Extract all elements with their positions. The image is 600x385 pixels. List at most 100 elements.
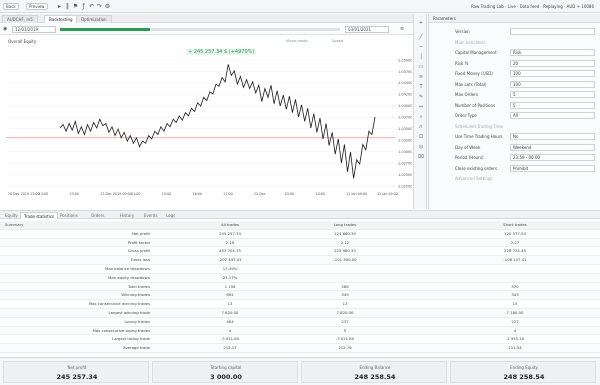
table-header-row: Summary All trades Long trades Short tra… (0, 221, 600, 230)
eye-icon[interactable]: ◎ (417, 144, 425, 151)
tab-history[interactable]: History (117, 212, 137, 219)
tab-orders[interactable]: Orders (88, 212, 107, 219)
zoom-icon[interactable]: ⌕ (417, 114, 425, 121)
connection-status: Raw Trading Lab · Live · Data feed · Rep… (470, 4, 594, 9)
table-row: Net profit 245 257.34 124 680.30 120 577.04 (0, 230, 600, 239)
param-label: Order Type (455, 113, 477, 118)
play-icon[interactable]: ▸ (56, 3, 63, 10)
equity-chart: Overall Equity Visual mode Speed + 245 2… (0, 36, 412, 201)
tab-logs[interactable]: Logs (163, 212, 178, 219)
stat-label: Max equity drawdown (108, 274, 150, 280)
measure-icon[interactable]: ⇔ (417, 104, 425, 111)
settings-icon[interactable]: ⚙ (104, 3, 111, 10)
stat-label: Largest losing trade (112, 336, 150, 342)
brush-icon[interactable]: ✎ (417, 94, 425, 101)
progress-fill (60, 28, 150, 31)
y-tick-label: 1.04000 (398, 104, 412, 108)
parameters-header: Parameters (429, 14, 600, 23)
param-value-field[interactable]: 20 (510, 59, 595, 67)
stat-short: 7 160.00 (506, 310, 524, 315)
param-value-field[interactable]: 100 (510, 80, 595, 88)
stat-short: 570 (511, 283, 519, 289)
trend-line-icon[interactable]: ╱ (417, 34, 425, 41)
summary-label: Starting capital (210, 365, 242, 370)
x-tick-label: 11:00 (131, 192, 141, 196)
table-row: Total trades 1 156 586 570 (0, 283, 600, 292)
param-value-field[interactable] (510, 28, 595, 35)
stat-label: Winning trades (121, 292, 150, 298)
param-value-field[interactable]: 100 (510, 70, 595, 77)
x-tick-label: 23:00 (70, 192, 80, 196)
trash-icon[interactable]: ⌧ (417, 154, 425, 161)
param-label: Day of Week (455, 144, 481, 150)
param-value-field[interactable]: Prohibit (510, 164, 595, 172)
lock-icon[interactable]: ⊡ (417, 134, 425, 141)
stat-long: 237 (341, 318, 349, 324)
header-long-trades: Long trades (333, 222, 357, 227)
param-value-field[interactable]: All (510, 112, 595, 119)
param-row: Number of Positions 5 (455, 101, 595, 109)
param-value-field[interactable]: 5 (510, 101, 595, 109)
table-row: Winning trades 692 349 343 (0, 291, 600, 301)
flag-icon[interactable]: ⚑ (72, 3, 79, 10)
param-row: Scheduled Trading Time (455, 123, 595, 130)
stat-all: -207 447.41 (218, 257, 242, 263)
stat-all: 212.17 (223, 345, 237, 351)
camera-icon[interactable]: ◉ (3, 26, 10, 33)
y-tick-label: 1.04200 (398, 93, 412, 97)
menu-icon[interactable]: ≡ (400, 26, 407, 33)
stat-short: 227 (511, 318, 519, 324)
stat-long: 349 (341, 292, 349, 298)
tab-events[interactable]: Events (141, 212, 161, 219)
stat-label: Profit factor (127, 239, 150, 245)
horizontal-line-icon[interactable]: ─ (417, 44, 425, 51)
crosshair-icon[interactable]: + (417, 20, 425, 27)
param-row: Close existing orders Prohibit (455, 164, 595, 172)
back-button[interactable]: Back (3, 3, 19, 10)
tab-symbol[interactable]: AUDCHF, m5 (2, 15, 38, 23)
table-row: Max consecutive losing trades 4 5 4 (0, 326, 600, 336)
tab-equity[interactable]: Equity (2, 212, 21, 219)
param-label: Max Orders (455, 92, 478, 97)
param-label: Risk % (455, 60, 469, 66)
tab-optimization[interactable]: Optimization (76, 15, 112, 23)
x-tick-label: 16:00 (193, 192, 203, 196)
param-row: Use Time Trading Hours No (455, 133, 595, 140)
equity-series-line (59, 64, 376, 179)
date-from-select[interactable]: 12/01/2019 (12, 26, 56, 33)
x-tick-label: 17:00 (223, 192, 233, 196)
summary-label: Net profit (67, 365, 87, 370)
param-value-field[interactable]: 23:59 - 00:00 (510, 154, 595, 161)
param-value-field[interactable]: No (510, 133, 595, 140)
text-icon[interactable]: T (417, 84, 425, 91)
param-row: Period (Hours) 23:59 - 00:00 (455, 154, 595, 161)
rectangle-icon[interactable]: ▭ (417, 64, 425, 71)
tab-backtesting[interactable]: Backtesting (44, 15, 78, 23)
param-value-field[interactable]: Risk (510, 49, 595, 56)
tab-trade-statistics[interactable]: Trade statistics (20, 212, 59, 219)
param-value-field[interactable]: 5 (510, 91, 595, 98)
strategy-tabs: AUDCHF, m5 Backtesting Optimization (0, 14, 425, 23)
tab-positions[interactable]: Positions (57, 212, 81, 219)
results-tabs: Equity Trade statistics Positions Orders… (0, 210, 600, 219)
param-label: Advanced Settings (455, 176, 493, 181)
fibonacci-icon[interactable]: ≋ (417, 74, 425, 81)
param-label: Use Time Trading Hours (455, 134, 503, 139)
param-row: Risk % 20 (455, 59, 595, 67)
preview-button[interactable]: Preview (26, 3, 48, 10)
vertical-line-icon[interactable]: │ (417, 54, 425, 61)
function-icon[interactable]: ƒ (80, 3, 87, 10)
magnet-icon[interactable]: ∩ (417, 124, 425, 131)
stat-long: 7 820.00 (336, 310, 354, 315)
y-tick-label: 1.03200 (398, 138, 412, 142)
table-row: Average trade 212.17 212.76 211.54 (0, 344, 600, 353)
param-value-field[interactable]: Weekend (510, 143, 595, 151)
table-row: Losing trades 464 237 227 (0, 318, 600, 327)
stat-long: 2.12 (340, 239, 350, 245)
pause-icon[interactable]: ‖ (64, 3, 71, 10)
date-to-select[interactable]: 03/01/2021 (345, 26, 389, 33)
undo-icon[interactable]: ↶ (88, 3, 95, 10)
redo-icon[interactable]: ↷ (96, 3, 103, 10)
x-tick-label: 23 Dec 2019 09:00 (100, 192, 132, 196)
stat-short: 120 577.04 (504, 230, 526, 236)
